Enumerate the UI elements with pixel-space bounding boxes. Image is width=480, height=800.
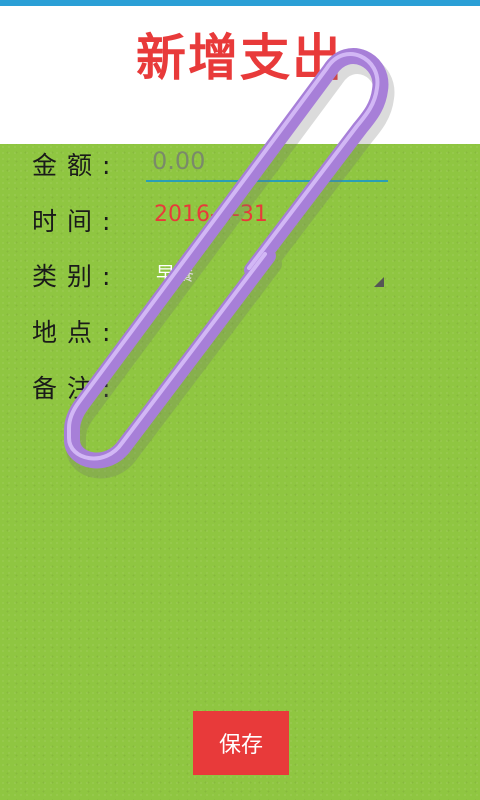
dropdown-arrow-icon[interactable] (374, 277, 384, 287)
category-row: 类别: 早餐 (0, 253, 480, 301)
note-row: 备注: (0, 365, 480, 413)
amount-row: 金额: (0, 142, 480, 190)
amount-input[interactable] (146, 142, 388, 182)
category-label: 类别: (32, 262, 121, 291)
time-label: 时间: (32, 207, 121, 236)
amount-label: 金额: (32, 151, 121, 180)
header: 新增支出 (0, 6, 480, 144)
save-button[interactable]: 保存 (193, 711, 289, 775)
location-row: 地点: (0, 309, 480, 357)
note-field[interactable] (146, 365, 386, 407)
category-spinner[interactable]: 早餐 (156, 259, 194, 286)
location-label: 地点: (32, 318, 121, 347)
time-row: 时间: 2016-8-31 (0, 198, 480, 246)
note-label: 备注: (32, 374, 121, 403)
date-picker-value[interactable]: 2016-8-31 (154, 202, 268, 227)
location-field[interactable] (146, 309, 386, 351)
page-title: 新增支出 (136, 29, 344, 87)
